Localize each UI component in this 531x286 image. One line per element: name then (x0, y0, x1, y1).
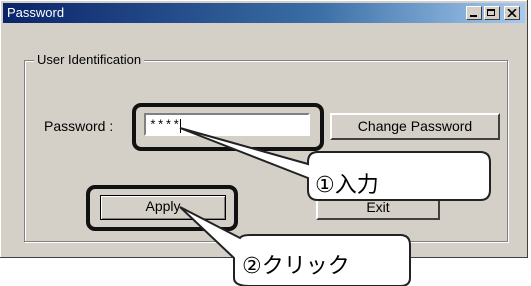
callout-click-text: ②クリック (242, 253, 350, 278)
callout-bubbles (179, 127, 491, 286)
callout-input-text: ①入力 (315, 172, 379, 197)
